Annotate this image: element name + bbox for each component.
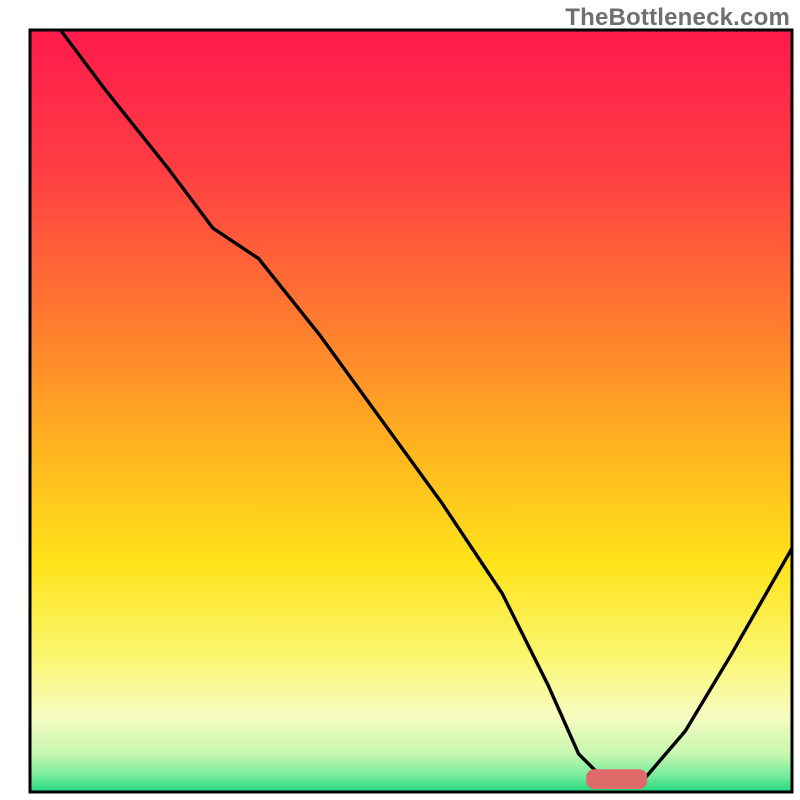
bottleneck-chart [0, 0, 800, 800]
chart-stage: TheBottleneck.com [0, 0, 800, 800]
optimal-marker [586, 769, 647, 789]
plot-background [30, 30, 792, 792]
